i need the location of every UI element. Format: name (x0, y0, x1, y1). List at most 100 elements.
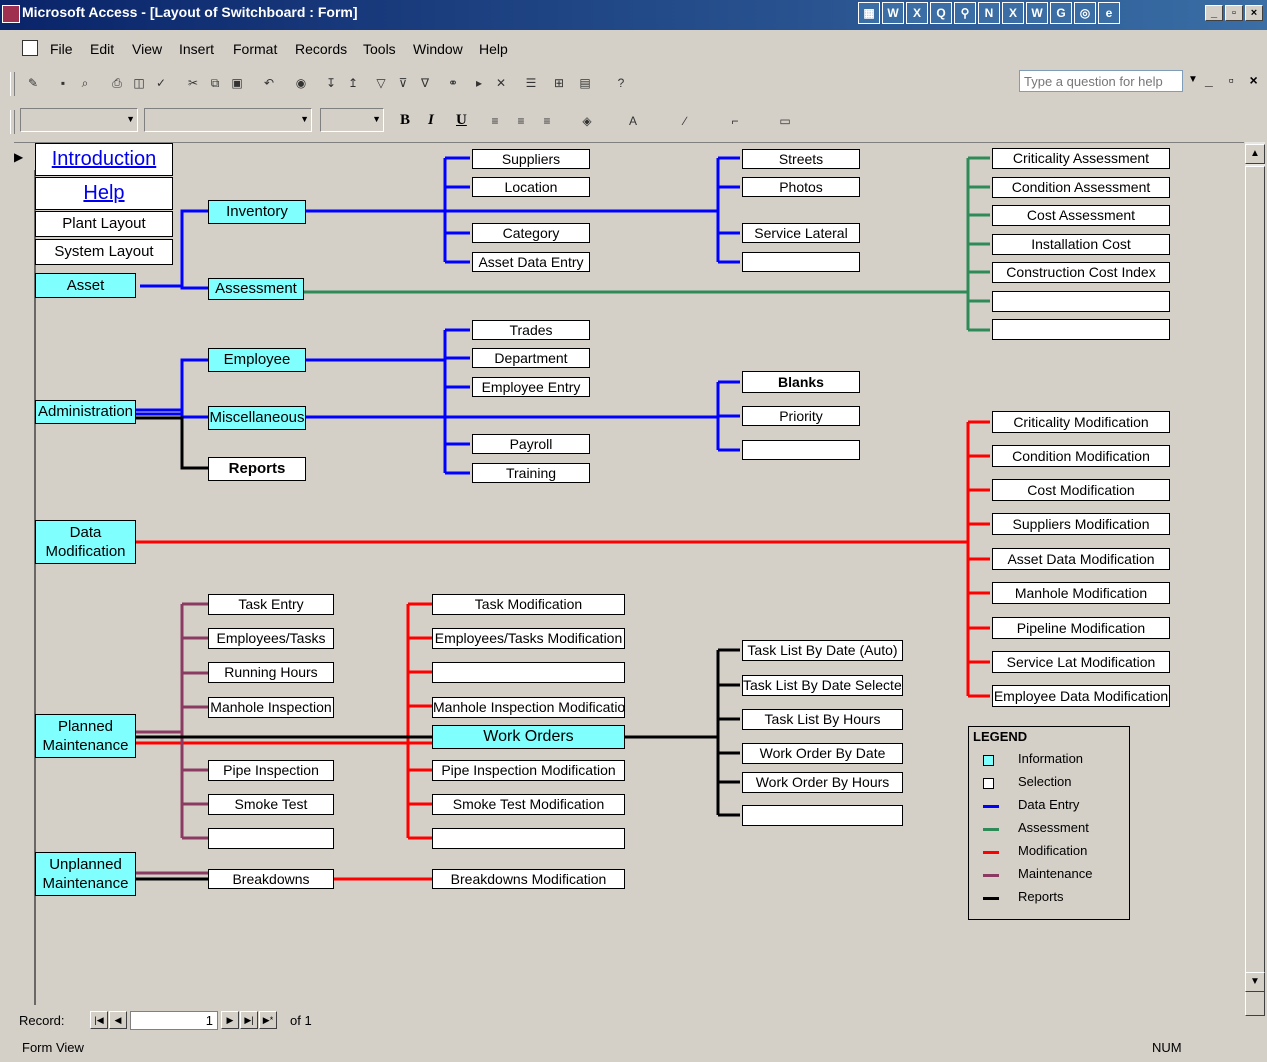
manhole-inspection-modification-button[interactable]: Manhole Inspection Modification (432, 697, 625, 718)
asset-data-entry-button[interactable]: Asset Data Entry (472, 252, 590, 272)
data-modification-button[interactable]: Data Modification (35, 520, 136, 564)
legend: LEGEND Information Selection Data Entry … (968, 726, 1130, 920)
legend-line (983, 828, 999, 831)
pipe-inspection-button[interactable]: Pipe Inspection (208, 760, 334, 781)
payroll-button[interactable]: Payroll (472, 434, 590, 454)
employee-data-modification-button[interactable]: Employee Data Modification (992, 685, 1170, 707)
asset-button[interactable]: Asset (35, 273, 136, 298)
first-record-button[interactable]: |◀ (90, 1011, 108, 1029)
pipe-inspection-modification-button[interactable]: Pipe Inspection Modification (432, 760, 625, 781)
work-order-by-hours-button[interactable]: Work Order By Hours (742, 772, 903, 793)
system-layout-button[interactable]: System Layout (35, 239, 173, 265)
criticality-assessment-button[interactable]: Criticality Assessment (992, 148, 1170, 169)
task-entry-button[interactable]: Task Entry (208, 594, 334, 615)
legend-line (983, 805, 999, 808)
streets-button[interactable]: Streets (742, 149, 860, 169)
vertical-scrollbar[interactable]: ▲ ▼ (1245, 142, 1265, 1016)
installation-cost-button[interactable]: Installation Cost (992, 234, 1170, 255)
manhole-modification-button[interactable]: Manhole Modification (992, 582, 1170, 604)
next-record-button[interactable]: ▶ (221, 1011, 239, 1029)
scroll-thumb[interactable] (1245, 166, 1265, 1016)
plant-layout-button[interactable]: Plant Layout (35, 211, 173, 237)
record-navigation-bar: Record: |◀ ◀ 1 ▶ ▶| ▶* of 1 (14, 1010, 1264, 1032)
employee-entry-button[interactable]: Employee Entry (472, 377, 590, 397)
manhole-inspection-button[interactable]: Manhole Inspection (208, 697, 334, 718)
legend-label: Data Entry (1018, 797, 1080, 812)
legend-label: Assessment (1018, 820, 1089, 835)
legend-label: Selection (1018, 774, 1072, 789)
new-record-button[interactable]: ▶* (259, 1011, 277, 1029)
employees-tasks-button[interactable]: Employees/Tasks (208, 628, 334, 649)
planned-maintenance-button[interactable]: Planned Maintenance (35, 714, 136, 758)
breakdowns-button[interactable]: Breakdowns (208, 869, 334, 889)
service-lateral-button[interactable]: Service Lateral (742, 223, 860, 243)
current-record-input[interactable]: 1 (130, 1011, 218, 1030)
blank-button[interactable] (208, 828, 334, 849)
suppliers-modification-button[interactable]: Suppliers Modification (992, 513, 1170, 535)
employees-tasks-modification-button[interactable]: Employees/Tasks Modification (432, 628, 625, 649)
introduction-button[interactable]: Introduction (35, 143, 173, 176)
legend-label: Modification (1018, 843, 1088, 858)
condition-assessment-button[interactable]: Condition Assessment (992, 177, 1170, 198)
legend-swatch (983, 778, 994, 789)
task-list-by-date-selected-button[interactable]: Task List By Date Selected (742, 675, 903, 696)
assessment-button[interactable]: Assessment (208, 278, 304, 300)
status-bar: Form View NUM (0, 1036, 1267, 1062)
legend-label: Maintenance (1018, 866, 1093, 881)
task-modification-button[interactable]: Task Modification (432, 594, 625, 615)
legend-label: Reports (1018, 889, 1064, 904)
blank-button[interactable] (742, 440, 860, 460)
task-list-by-hours-button[interactable]: Task List By Hours (742, 709, 903, 730)
unplanned-maintenance-button[interactable]: Unplanned Maintenance (35, 852, 136, 896)
legend-swatch (983, 755, 994, 766)
blanks-button[interactable]: Blanks (742, 371, 860, 393)
inventory-button[interactable]: Inventory (208, 200, 306, 224)
last-record-button[interactable]: ▶| (240, 1011, 258, 1029)
blank-button[interactable] (992, 291, 1170, 312)
record-label: Record: (19, 1013, 65, 1028)
condition-modification-button[interactable]: Condition Modification (992, 445, 1170, 467)
suppliers-button[interactable]: Suppliers (472, 149, 590, 169)
blank-button[interactable] (742, 252, 860, 272)
reports-button[interactable]: Reports (208, 457, 306, 481)
legend-line (983, 851, 999, 854)
legend-label: Information (1018, 751, 1084, 766)
blank-button[interactable] (432, 828, 625, 849)
cost-modification-button[interactable]: Cost Modification (992, 479, 1170, 501)
breakdowns-modification-button[interactable]: Breakdowns Modification (432, 869, 625, 889)
blank-button[interactable] (992, 319, 1170, 340)
category-button[interactable]: Category (472, 223, 590, 243)
cost-assessment-button[interactable]: Cost Assessment (992, 205, 1170, 226)
service-lat-modification-button[interactable]: Service Lat Modification (992, 651, 1170, 673)
blank-button[interactable] (432, 662, 625, 683)
trades-button[interactable]: Trades (472, 320, 590, 340)
criticality-modification-button[interactable]: Criticality Modification (992, 411, 1170, 433)
smoke-test-button[interactable]: Smoke Test (208, 794, 334, 815)
scroll-up-button[interactable]: ▲ (1245, 144, 1265, 164)
photos-button[interactable]: Photos (742, 177, 860, 197)
blank-button[interactable] (742, 805, 903, 826)
status-text: Form View (22, 1040, 84, 1055)
legend-line (983, 897, 999, 900)
asset-data-modification-button[interactable]: Asset Data Modification (992, 548, 1170, 570)
work-orders-button[interactable]: Work Orders (432, 725, 625, 749)
training-button[interactable]: Training (472, 463, 590, 483)
administration-button[interactable]: Administration (35, 400, 136, 424)
scroll-down-button[interactable]: ▼ (1245, 972, 1265, 992)
pipeline-modification-button[interactable]: Pipeline Modification (992, 617, 1170, 639)
num-lock-indicator: NUM (1152, 1040, 1182, 1055)
legend-title: LEGEND (973, 729, 1028, 744)
employee-button[interactable]: Employee (208, 348, 306, 372)
priority-button[interactable]: Priority (742, 406, 860, 426)
record-total: of 1 (290, 1013, 312, 1028)
task-list-by-date-auto-button[interactable]: Task List By Date (Auto) (742, 640, 903, 661)
help-button[interactable]: Help (35, 177, 173, 210)
location-button[interactable]: Location (472, 177, 590, 197)
running-hours-button[interactable]: Running Hours (208, 662, 334, 683)
previous-record-button[interactable]: ◀ (109, 1011, 127, 1029)
smoke-test-modification-button[interactable]: Smoke Test Modification (432, 794, 625, 815)
construction-cost-index-button[interactable]: Construction Cost Index (992, 262, 1170, 283)
department-button[interactable]: Department (472, 348, 590, 368)
work-order-by-date-button[interactable]: Work Order By Date (742, 743, 903, 764)
miscellaneous-button[interactable]: Miscellaneous (208, 406, 306, 430)
